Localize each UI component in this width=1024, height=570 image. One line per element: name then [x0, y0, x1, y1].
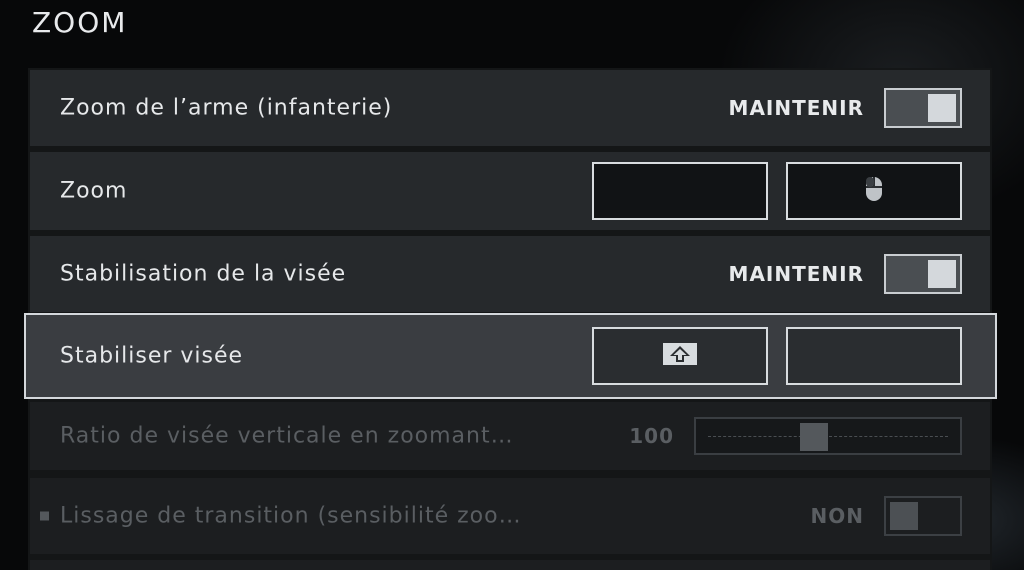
zoom-primary-keybind[interactable] [592, 162, 768, 220]
aim-stabilisation-toggle[interactable] [884, 254, 962, 294]
slider-thumb[interactable] [800, 423, 828, 451]
setting-label: Zoom [60, 178, 128, 204]
setting-label: Stabiliser visée [60, 343, 244, 369]
weapon-zoom-toggle[interactable] [884, 88, 962, 128]
shift-key-icon [663, 343, 697, 369]
setting-row-stabilise-aim[interactable]: Stabiliser visée [24, 313, 997, 399]
setting-row-aim-stabilisation[interactable]: Stabilisation de la visée MAINTENIR [30, 236, 990, 312]
bullet-icon [40, 511, 49, 521]
setting-row-weapon-zoom[interactable]: Zoom de l’arme (infanterie) MAINTENIR [30, 70, 990, 146]
toggle-knob [890, 502, 918, 530]
setting-value: MAINTENIR [728, 262, 864, 286]
setting-label: Lissage de transition (sensibilité zoo… [60, 503, 522, 529]
setting-label: Zoom de l’arme (infanterie) [60, 95, 393, 121]
stabilise-secondary-keybind[interactable] [786, 327, 962, 385]
setting-row-transition-smoothing: Lissage de transition (sensibilité zoo… … [30, 478, 990, 554]
setting-value: NON [810, 504, 864, 528]
setting-row-partial [30, 560, 990, 570]
vertical-aim-ratio-slider[interactable] [694, 417, 962, 455]
setting-value: MAINTENIR [728, 96, 864, 120]
mouse-icon [864, 175, 884, 207]
setting-label: Ratio de visée verticale en zoomant… [60, 423, 514, 449]
slider-track [708, 436, 948, 437]
stabilise-primary-keybind[interactable] [592, 327, 768, 385]
toggle-knob [928, 94, 956, 122]
zoom-secondary-keybind[interactable] [786, 162, 962, 220]
toggle-knob [928, 260, 956, 288]
setting-row-vertical-aim-ratio: Ratio de visée verticale en zoomant… 100 [30, 402, 990, 470]
setting-label: Stabilisation de la visée [60, 261, 347, 287]
transition-smoothing-toggle[interactable] [884, 496, 962, 536]
setting-row-zoom[interactable]: Zoom [30, 152, 990, 230]
slider-value: 100 [629, 424, 674, 448]
section-title: ZOOM [32, 6, 128, 39]
